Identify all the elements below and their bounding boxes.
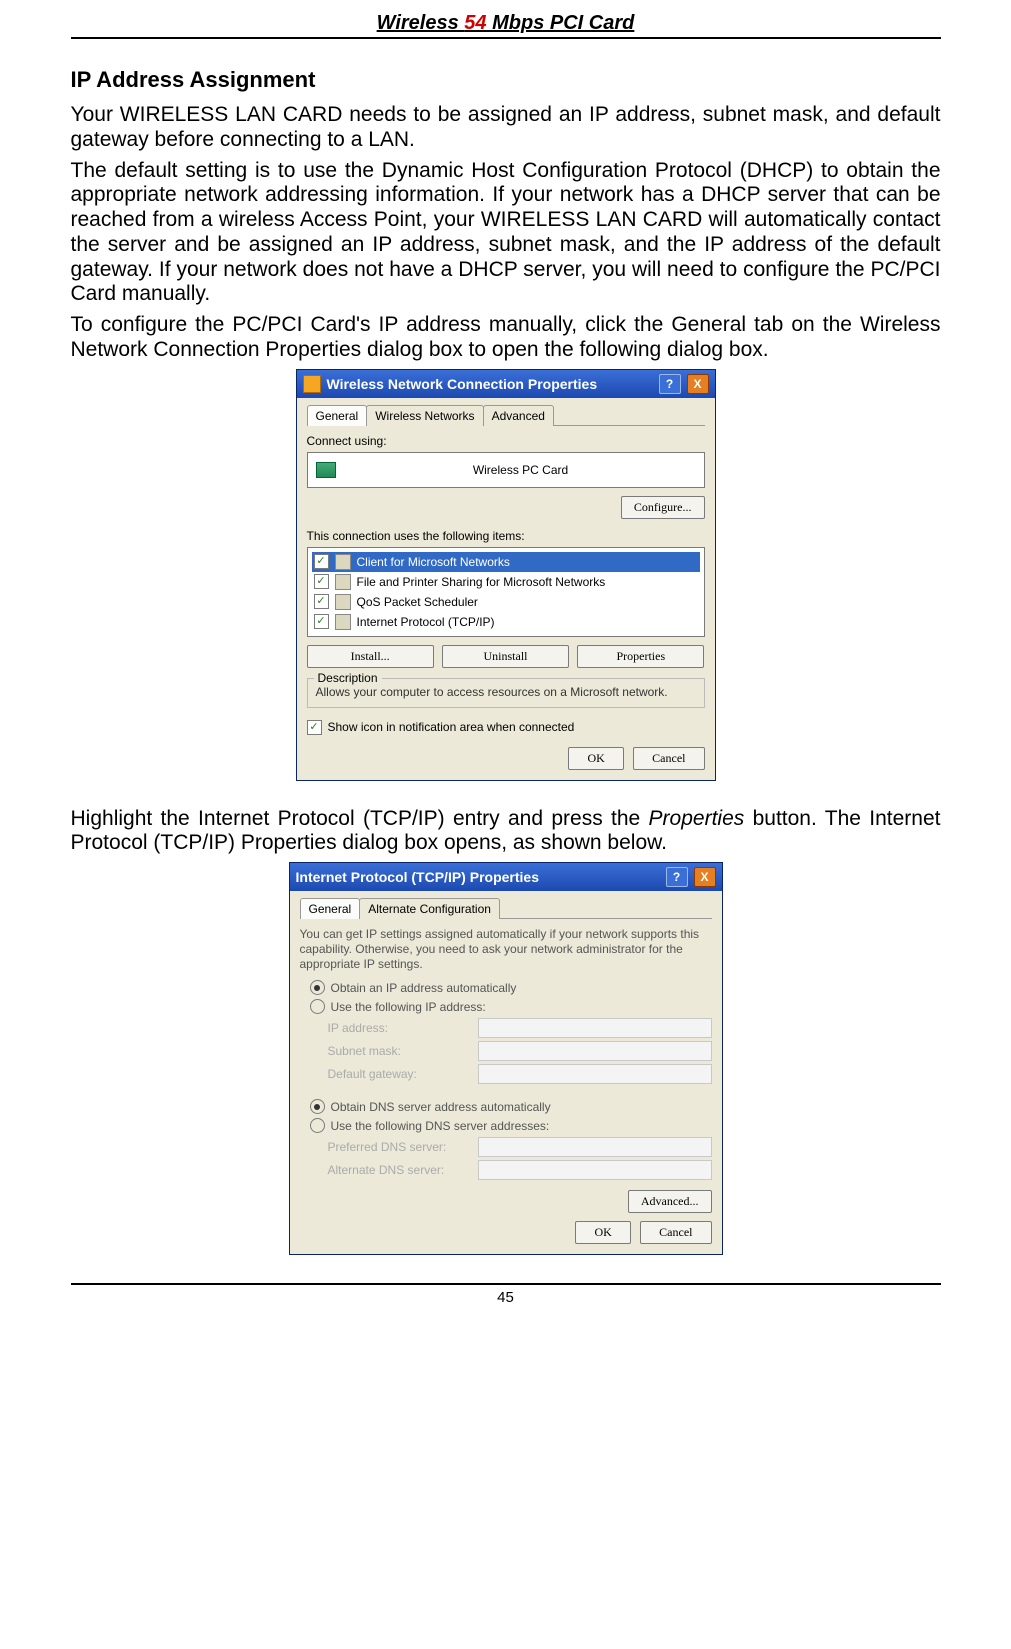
gateway-field: [478, 1064, 712, 1084]
description-text: Allows your computer to access resources…: [316, 685, 696, 699]
header-red: 54: [464, 12, 486, 34]
radio-label: Use the following IP address:: [331, 1000, 486, 1014]
connection-properties-dialog: Wireless Network Connection Properties ?…: [296, 369, 716, 781]
ok-button[interactable]: OK: [568, 747, 623, 770]
ok-button-2[interactable]: OK: [575, 1221, 630, 1244]
adapter-icon: [316, 462, 336, 478]
gateway-row: Default gateway:: [328, 1064, 712, 1084]
checkbox-icon[interactable]: ✓: [314, 594, 329, 609]
adapter-name: Wireless PC Card: [346, 463, 696, 477]
help-button[interactable]: ?: [666, 867, 688, 887]
item-client-ms-networks[interactable]: ✓ Client for Microsoft Networks: [312, 552, 700, 572]
p4-ital: Properties: [649, 807, 745, 830]
page-number: 45: [71, 1289, 941, 1306]
service-icon: [335, 594, 351, 610]
item-label: File and Printer Sharing for Microsoft N…: [357, 575, 606, 589]
header-suffix: Mbps PCI Card: [487, 12, 635, 34]
gateway-label: Default gateway:: [328, 1067, 468, 1081]
properties-button[interactable]: Properties: [577, 645, 704, 668]
subnet-row: Subnet mask:: [328, 1041, 712, 1061]
paragraph-1: Your WIRELESS LAN CARD needs to be assig…: [71, 103, 941, 153]
description-legend: Description: [314, 671, 382, 685]
tab-general-2[interactable]: General: [300, 898, 361, 919]
preferred-dns-label: Preferred DNS server:: [328, 1140, 468, 1154]
service-icon: [335, 574, 351, 590]
item-qos[interactable]: ✓ QoS Packet Scheduler: [312, 592, 700, 612]
tab-strip: General Wireless Networks Advanced: [307, 404, 705, 426]
p4-a: Highlight the Internet Protocol (TCP/IP)…: [71, 807, 649, 830]
tab-general[interactable]: General: [307, 405, 368, 426]
radio-icon[interactable]: [310, 999, 325, 1014]
checkbox-icon[interactable]: ✓: [307, 720, 322, 735]
dhcp-info-text: You can get IP settings assigned automat…: [300, 927, 712, 972]
dialog-titlebar: Wireless Network Connection Properties ?…: [297, 370, 715, 398]
radio-icon[interactable]: [310, 1099, 325, 1114]
preferred-dns-field: [478, 1137, 712, 1157]
items-listbox[interactable]: ✓ Client for Microsoft Networks ✓ File a…: [307, 547, 705, 637]
alternate-dns-label: Alternate DNS server:: [328, 1163, 468, 1177]
install-button[interactable]: Install...: [307, 645, 434, 668]
tab-alternate-config[interactable]: Alternate Configuration: [359, 898, 500, 919]
title-icon: [303, 375, 321, 393]
section-heading: IP Address Assignment: [71, 67, 941, 93]
item-label: QoS Packet Scheduler: [357, 595, 478, 609]
radio-label: Obtain an IP address automatically: [331, 981, 517, 995]
adapter-field[interactable]: Wireless PC Card: [307, 452, 705, 488]
dialog2-titlebar: Internet Protocol (TCP/IP) Properties ? …: [290, 863, 722, 891]
alternate-dns-row: Alternate DNS server:: [328, 1160, 712, 1180]
close-button[interactable]: X: [694, 867, 716, 887]
tab-wireless-networks[interactable]: Wireless Networks: [366, 405, 483, 426]
paragraph-4: Highlight the Internet Protocol (TCP/IP)…: [71, 807, 941, 857]
subnet-field: [478, 1041, 712, 1061]
alternate-dns-field: [478, 1160, 712, 1180]
checkbox-icon[interactable]: ✓: [314, 554, 329, 569]
paragraph-2: The default setting is to use the Dynami…: [71, 159, 941, 308]
radio-obtain-ip[interactable]: Obtain an IP address automatically: [310, 980, 712, 995]
header-prefix: Wireless: [377, 12, 465, 34]
dialog-title-text: Wireless Network Connection Properties: [327, 376, 653, 392]
item-file-printer-sharing[interactable]: ✓ File and Printer Sharing for Microsoft…: [312, 572, 700, 592]
help-button[interactable]: ?: [659, 374, 681, 394]
item-label: Client for Microsoft Networks: [357, 555, 510, 569]
ip-address-row: IP address:: [328, 1018, 712, 1038]
service-icon: [335, 614, 351, 630]
show-icon-label: Show icon in notification area when conn…: [328, 720, 575, 734]
radio-label: Obtain DNS server address automatically: [331, 1100, 551, 1114]
advanced-button[interactable]: Advanced...: [628, 1190, 712, 1213]
close-button[interactable]: X: [687, 374, 709, 394]
dialog2-title-text: Internet Protocol (TCP/IP) Properties: [296, 869, 660, 885]
cancel-button-2[interactable]: Cancel: [640, 1221, 711, 1244]
subnet-label: Subnet mask:: [328, 1044, 468, 1058]
description-group: Description Allows your computer to acce…: [307, 678, 705, 708]
service-icon: [335, 554, 351, 570]
configure-button[interactable]: Configure...: [621, 496, 705, 519]
ip-address-field: [478, 1018, 712, 1038]
uninstall-button[interactable]: Uninstall: [442, 645, 569, 668]
ip-label: IP address:: [328, 1021, 468, 1035]
tab-strip-2: General Alternate Configuration: [300, 897, 712, 919]
item-label: Internet Protocol (TCP/IP): [357, 615, 495, 629]
header-divider: [71, 37, 941, 39]
radio-label: Use the following DNS server addresses:: [331, 1119, 550, 1133]
radio-use-dns[interactable]: Use the following DNS server addresses:: [310, 1118, 712, 1133]
items-label: This connection uses the following items…: [307, 529, 705, 543]
page-header: Wireless 54 Mbps PCI Card: [71, 12, 941, 35]
tcpip-properties-dialog: Internet Protocol (TCP/IP) Properties ? …: [289, 862, 723, 1255]
paragraph-3: To configure the PC/PCI Card's IP addres…: [71, 313, 941, 363]
preferred-dns-row: Preferred DNS server:: [328, 1137, 712, 1157]
radio-icon[interactable]: [310, 980, 325, 995]
radio-icon[interactable]: [310, 1118, 325, 1133]
show-icon-row[interactable]: ✓ Show icon in notification area when co…: [307, 720, 705, 735]
tab-advanced[interactable]: Advanced: [483, 405, 554, 426]
item-tcpip[interactable]: ✓ Internet Protocol (TCP/IP): [312, 612, 700, 632]
cancel-button[interactable]: Cancel: [633, 747, 704, 770]
radio-obtain-dns[interactable]: Obtain DNS server address automatically: [310, 1099, 712, 1114]
connect-using-label: Connect using:: [307, 434, 705, 448]
checkbox-icon[interactable]: ✓: [314, 574, 329, 589]
footer-divider: [71, 1283, 941, 1285]
radio-use-ip[interactable]: Use the following IP address:: [310, 999, 712, 1014]
checkbox-icon[interactable]: ✓: [314, 614, 329, 629]
